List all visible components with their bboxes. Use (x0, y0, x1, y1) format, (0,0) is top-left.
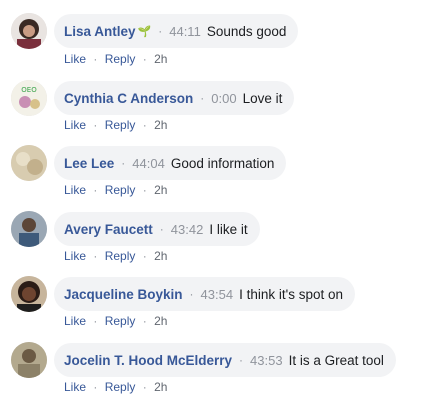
comment-age[interactable]: 2h (154, 249, 167, 263)
separator-dot: · (239, 353, 244, 367)
comment-text: Good information (170, 155, 275, 171)
separator-dot: · (93, 183, 98, 197)
separator-dot: · (142, 52, 147, 66)
comment-timestamp[interactable]: 44:11 (169, 24, 201, 39)
comment-text: I think it's spot on (239, 286, 343, 302)
comment-text: It is a Great tool (288, 352, 384, 368)
like-link[interactable]: Like (64, 52, 86, 66)
like-link[interactable]: Like (64, 183, 86, 197)
comment-text: Sounds good (206, 23, 287, 39)
comment-timestamp[interactable]: 43:42 (171, 222, 204, 237)
separator-dot: · (142, 314, 147, 328)
comment-bubble: Lisa Antley 🌱 · 44:11 Sounds good (54, 14, 299, 48)
comment-bubble: Cynthia C Anderson · 0:00 Love it (54, 81, 295, 115)
separator-dot: · (121, 156, 126, 170)
comment-actions: Like · Reply · 2h (64, 52, 167, 66)
avatar[interactable] (11, 13, 47, 49)
like-link[interactable]: Like (64, 118, 86, 132)
comment-bubble: Lee Lee · 44:04 Good information (54, 146, 287, 180)
comment-bubble: Jacqueline Boykin · 43:54 I think it's s… (54, 277, 355, 311)
comment-bubble: Jocelin T. Hood McElderry · 43:53 It is … (54, 343, 396, 377)
separator-dot: · (189, 287, 194, 301)
separator-dot: · (93, 314, 98, 328)
reply-link[interactable]: Reply (105, 118, 136, 132)
reply-link[interactable]: Reply (105, 52, 136, 66)
svg-text:OEO: OEO (21, 86, 37, 94)
avatar[interactable] (11, 211, 47, 247)
comment-text: Love it (242, 90, 283, 106)
separator-dot: · (142, 249, 147, 263)
comment-author[interactable]: Lee Lee (64, 156, 114, 171)
comment-timestamp[interactable]: 43:53 (250, 353, 283, 368)
comment-actions: Like · Reply · 2h (64, 314, 167, 328)
reply-link[interactable]: Reply (105, 183, 136, 197)
avatar[interactable] (11, 342, 47, 378)
reply-link[interactable]: Reply (105, 314, 136, 328)
comment-age[interactable]: 2h (154, 52, 167, 66)
like-link[interactable]: Like (64, 380, 86, 394)
separator-dot: · (142, 380, 147, 394)
comment-text: I like it (209, 221, 248, 237)
comment-age[interactable]: 2h (154, 380, 167, 394)
like-link[interactable]: Like (64, 249, 86, 263)
comment-age[interactable]: 2h (154, 118, 167, 132)
comment-author[interactable]: Jocelin T. Hood McElderry (64, 353, 232, 368)
comment-age[interactable]: 2h (154, 314, 167, 328)
comment-actions: Like · Reply · 2h (64, 380, 167, 394)
comment-actions: Like · Reply · 2h (64, 118, 167, 132)
separator-dot: · (93, 52, 98, 66)
comment-bubble: Avery Faucett · 43:42 I like it (54, 212, 260, 246)
comment-timestamp[interactable]: 0:00 (211, 91, 236, 106)
comment-author[interactable]: Cynthia C Anderson (64, 91, 193, 106)
reply-link[interactable]: Reply (105, 380, 136, 394)
separator-dot: · (142, 183, 147, 197)
separator-dot: · (93, 118, 98, 132)
comment-timestamp[interactable]: 44:04 (132, 156, 165, 171)
separator-dot: · (142, 118, 147, 132)
avatar[interactable] (11, 145, 47, 181)
comment-timestamp[interactable]: 43:54 (201, 287, 234, 302)
avatar[interactable]: OEO (11, 80, 47, 116)
comment-actions: Like · Reply · 2h (64, 249, 167, 263)
comment-age[interactable]: 2h (154, 183, 167, 197)
separator-dot: · (200, 91, 205, 105)
avatar[interactable] (11, 276, 47, 312)
comment-author[interactable]: Avery Faucett (64, 222, 153, 237)
comment-list: Lisa Antley 🌱 · 44:11 Sounds good Like ·… (0, 0, 434, 402)
comment-author[interactable]: Jacqueline Boykin (64, 287, 183, 302)
seedling-icon: 🌱 (137, 25, 152, 38)
separator-dot: · (93, 249, 98, 263)
separator-dot: · (158, 24, 163, 38)
reply-link[interactable]: Reply (105, 249, 136, 263)
separator-dot: · (93, 380, 98, 394)
comment-actions: Like · Reply · 2h (64, 183, 167, 197)
separator-dot: · (159, 222, 164, 236)
like-link[interactable]: Like (64, 314, 86, 328)
comment-author[interactable]: Lisa Antley (64, 24, 136, 39)
